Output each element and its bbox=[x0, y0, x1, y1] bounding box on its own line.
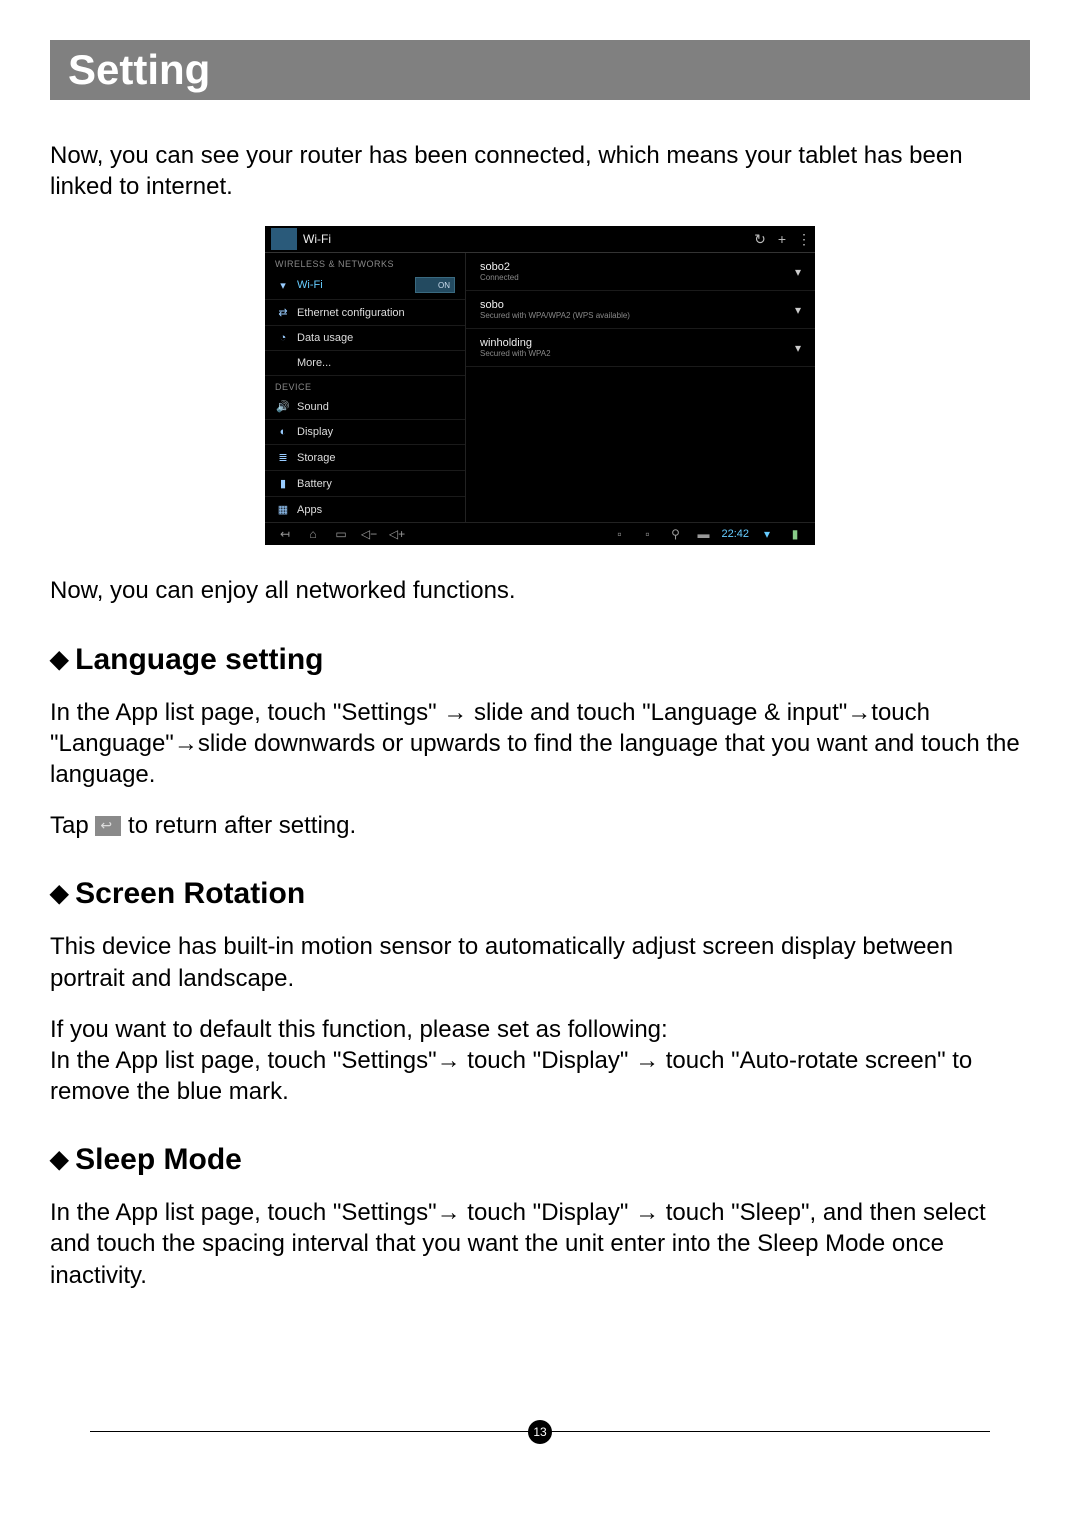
volup-icon: ◁+ bbox=[383, 527, 411, 541]
screenshot-container: Wi-Fi ↻ + ⋮ WIRELESS & NETWORKS ▾ Wi-Fi … bbox=[50, 226, 1030, 545]
back-button-icon bbox=[95, 816, 121, 836]
sidebar-item-display: ◐ Display bbox=[265, 420, 465, 445]
status-icon: ⚲ bbox=[661, 527, 689, 541]
sidebar-item-wifi: ▾ Wi-Fi ON bbox=[265, 271, 465, 300]
recent-icon: ▭ bbox=[327, 527, 355, 541]
system-nav-bar: ↤ ⌂ ▭ ◁− ◁+ ▫ ▫ ⚲ ▬ 22:42 ▾ ▮ bbox=[265, 522, 815, 545]
back-icon: ↤ bbox=[271, 527, 299, 541]
add-icon: + bbox=[771, 231, 793, 247]
wifi-label: Wi-Fi bbox=[297, 279, 323, 291]
apps-label: Apps bbox=[297, 504, 322, 516]
storage-label: Storage bbox=[297, 452, 336, 464]
network-row: winholding Secured with WPA2 ▾ bbox=[466, 329, 815, 367]
home-icon: ⌂ bbox=[299, 527, 327, 541]
heading-rotation: Screen Rotation bbox=[50, 877, 1030, 911]
network-name: sobo bbox=[480, 299, 630, 311]
wifi-network-list: sobo2 Connected ▾ sobo Secured with WPA/… bbox=[466, 253, 815, 522]
page-footer: 13 bbox=[90, 1431, 990, 1462]
ethernet-label: Ethernet configuration bbox=[297, 307, 405, 319]
sidebar-item-more: More... bbox=[265, 351, 465, 376]
voldown-icon: ◁− bbox=[355, 527, 383, 541]
wifi-status-icon: ▾ bbox=[753, 527, 781, 541]
rotation-text-1: This device has built-in motion sensor t… bbox=[50, 931, 1030, 993]
screenshot-header: Wi-Fi ↻ + ⋮ bbox=[265, 226, 815, 253]
wifi-switch: ON bbox=[415, 277, 455, 293]
after-shot-text: Now, you can enjoy all networked functio… bbox=[50, 575, 1030, 606]
menu-icon: ⋮ bbox=[793, 231, 815, 248]
battery-status-icon: ▮ bbox=[781, 527, 809, 541]
battery-icon: ▮ bbox=[275, 477, 291, 490]
category-device: DEVICE bbox=[265, 376, 465, 394]
sidebar-item-sound: 🔊 Sound bbox=[265, 394, 465, 420]
page-number: 13 bbox=[528, 1420, 552, 1444]
clock: 22:42 bbox=[717, 528, 753, 540]
network-status: Secured with WPA/WPA2 (WPS available) bbox=[480, 311, 630, 320]
more-label: More... bbox=[297, 357, 331, 369]
tap-prefix: Tap bbox=[50, 812, 95, 839]
signal-icon: ▾ bbox=[795, 341, 801, 355]
data-icon: ◔ bbox=[275, 332, 291, 344]
sidebar-item-battery: ▮ Battery bbox=[265, 471, 465, 497]
sidebar-item-storage: ≣ Storage bbox=[265, 445, 465, 471]
network-row: sobo Secured with WPA/WPA2 (WPS availabl… bbox=[466, 291, 815, 329]
network-row: sobo2 Connected ▾ bbox=[466, 253, 815, 291]
sidebar-item-ethernet: ⇄ Ethernet configuration bbox=[265, 300, 465, 326]
sidebar-item-apps: ▦ Apps bbox=[265, 497, 465, 522]
language-text: In the App list page, touch "Settings" →… bbox=[50, 697, 1030, 791]
category-wireless: WIRELESS & NETWORKS bbox=[265, 253, 465, 271]
apps-icon: ▦ bbox=[275, 503, 291, 516]
status-icon: ▬ bbox=[689, 527, 717, 541]
network-status: Secured with WPA2 bbox=[480, 349, 551, 358]
heading-sleep: Sleep Mode bbox=[50, 1143, 1030, 1177]
language-tap-text: Tap to return after setting. bbox=[50, 810, 1030, 841]
tap-suffix: to return after setting. bbox=[121, 812, 356, 839]
data-label: Data usage bbox=[297, 332, 353, 344]
sleep-text: In the App list page, touch "Settings"→ … bbox=[50, 1197, 1030, 1291]
ethernet-icon: ⇄ bbox=[275, 306, 291, 319]
status-icon: ▫ bbox=[633, 527, 661, 541]
network-name: sobo2 bbox=[480, 261, 519, 273]
rotation-text-2: If you want to default this function, pl… bbox=[50, 1014, 1030, 1108]
network-status: Connected bbox=[480, 273, 519, 282]
sync-icon: ↻ bbox=[749, 231, 771, 248]
signal-icon: ▾ bbox=[795, 303, 801, 317]
wifi-icon: ▾ bbox=[275, 279, 291, 292]
sound-label: Sound bbox=[297, 401, 329, 413]
sound-icon: 🔊 bbox=[275, 400, 291, 413]
battery-label: Battery bbox=[297, 478, 332, 490]
settings-icon bbox=[271, 228, 297, 250]
storage-icon: ≣ bbox=[275, 451, 291, 464]
tablet-screenshot: Wi-Fi ↻ + ⋮ WIRELESS & NETWORKS ▾ Wi-Fi … bbox=[265, 226, 815, 545]
display-icon: ◐ bbox=[275, 426, 291, 438]
status-icon: ▫ bbox=[605, 527, 633, 541]
heading-language: Language setting bbox=[50, 643, 1030, 677]
settings-sidebar: WIRELESS & NETWORKS ▾ Wi-Fi ON ⇄ Etherne… bbox=[265, 253, 466, 522]
network-name: winholding bbox=[480, 337, 551, 349]
signal-icon: ▾ bbox=[795, 265, 801, 279]
page-banner: Setting bbox=[50, 40, 1030, 100]
screen-title: Wi-Fi bbox=[303, 232, 749, 246]
sidebar-item-data: ◔ Data usage bbox=[265, 326, 465, 351]
intro-text: Now, you can see your router has been co… bbox=[50, 140, 1030, 202]
display-label: Display bbox=[297, 426, 333, 438]
